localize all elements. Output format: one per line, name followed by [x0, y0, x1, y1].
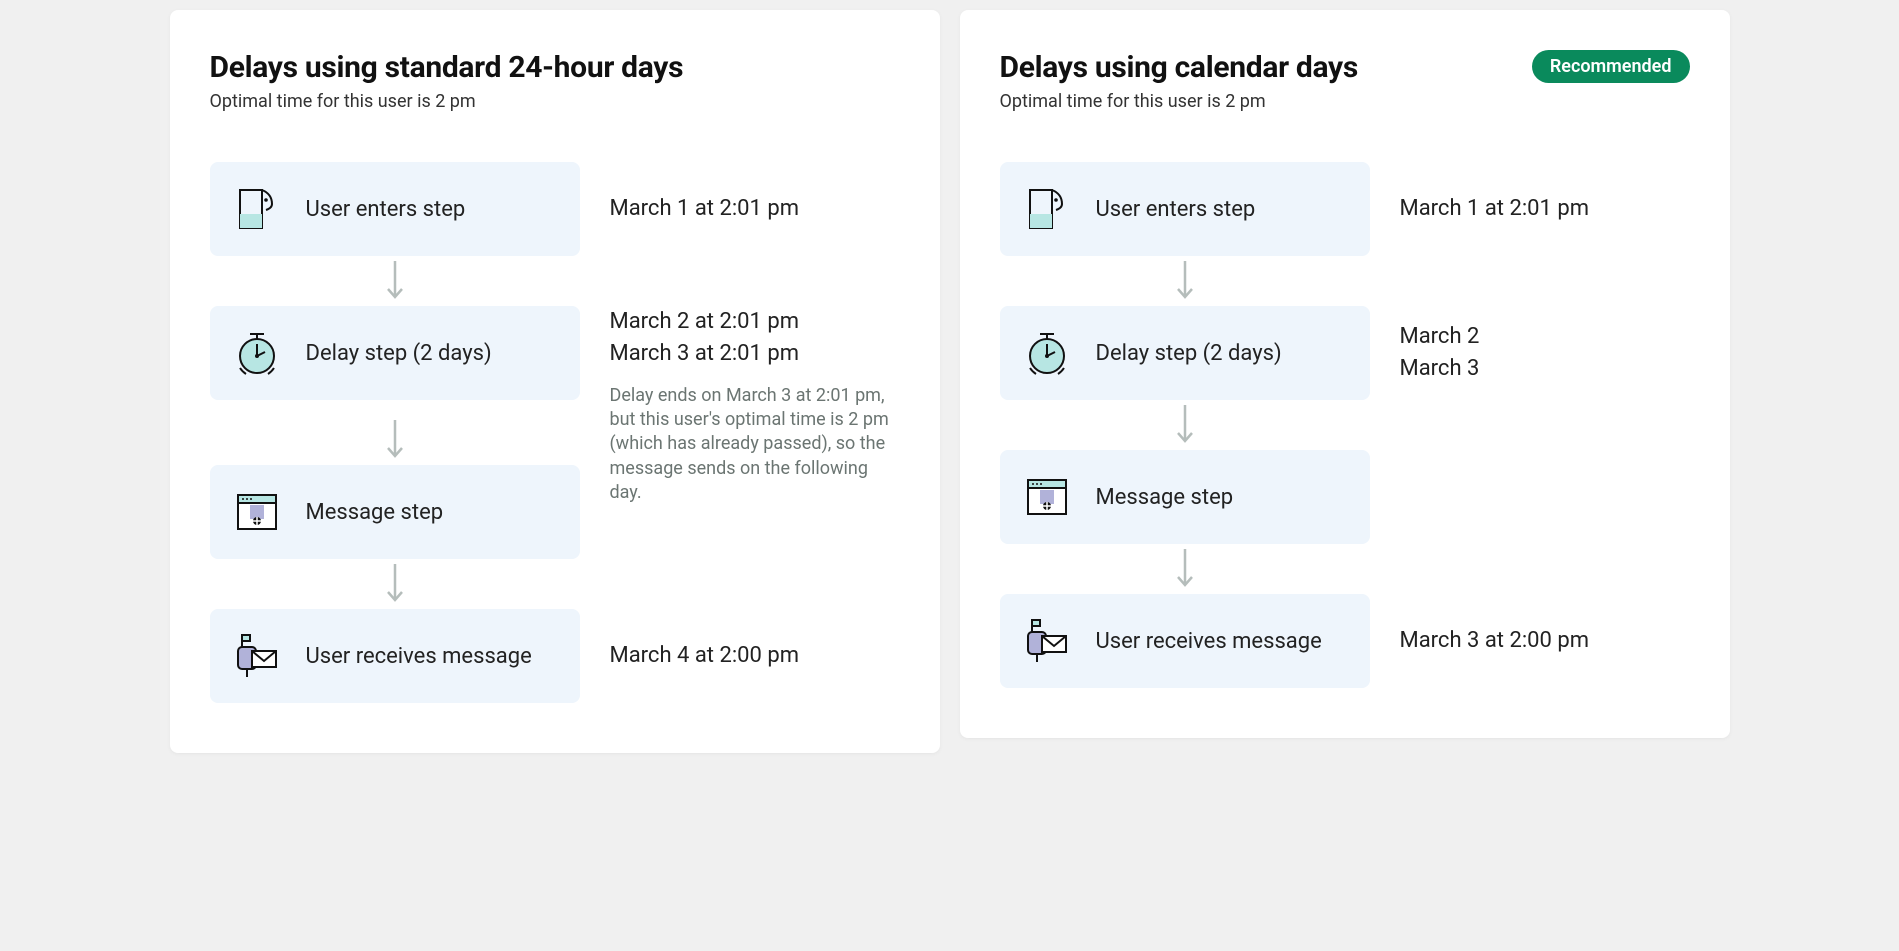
right-col: March 1 at 2:01 pm: [1400, 162, 1690, 256]
panel-header: Delays using standard 24-hour days Optim…: [210, 50, 900, 112]
timestamp: March 1 at 2:01 pm: [1400, 193, 1690, 225]
right-col: March 3 at 2:00 pm: [1400, 594, 1690, 688]
panel-calendar-days: Delays using calendar days Optimal time …: [960, 10, 1730, 738]
step-col: Delay step (2 days): [1000, 306, 1370, 400]
arrow-row: [210, 256, 900, 306]
arrow-row: [210, 559, 900, 609]
step-box-message: Message step: [1000, 450, 1370, 544]
flow-row: User receives message March 4 at 2:00 pm: [210, 609, 900, 703]
step-label: Delay step (2 days): [306, 341, 492, 366]
arrow-row: [1000, 400, 1690, 450]
right-col: March 2 March 3: [1400, 306, 1690, 400]
step-box-user-enters: User enters step: [1000, 162, 1370, 256]
step-box-delay: Delay step (2 days): [210, 306, 580, 400]
step-col: Message step: [1000, 450, 1370, 544]
right-col: March 4 at 2:00 pm: [610, 609, 900, 703]
timestamp: March 3: [1400, 353, 1690, 385]
flow-row: User receives message March 3 at 2:00 pm: [1000, 594, 1690, 688]
step-col: User enters step: [210, 162, 580, 256]
arrow-down-icon: [1000, 256, 1370, 306]
right-col: [1400, 450, 1690, 544]
timestamp: March 1 at 2:01 pm: [610, 193, 900, 225]
flow-row: User enters step March 1 at 2:01 pm: [1000, 162, 1690, 256]
step-col: User receives message: [210, 609, 580, 703]
clock-icon: [232, 328, 282, 378]
right-col: [610, 465, 900, 559]
timestamp: March 4 at 2:00 pm: [610, 640, 900, 672]
step-label: User enters step: [306, 197, 466, 222]
step-col: User enters step: [1000, 162, 1370, 256]
step-box-user-enters: User enters step: [210, 162, 580, 256]
step-box-delay: Delay step (2 days): [1000, 306, 1370, 400]
timestamp: March 3 at 2:01 pm: [610, 338, 900, 370]
panel-standard-days: Delays using standard 24-hour days Optim…: [170, 10, 940, 753]
arrow-down-icon: [210, 415, 580, 465]
panel-titles: Delays using standard 24-hour days Optim…: [210, 50, 684, 112]
flow: User enters step March 1 at 2:01 pm Dela…: [1000, 162, 1690, 688]
timestamp: March 2: [1400, 321, 1690, 353]
arrow-row: [1000, 256, 1690, 306]
panel-title: Delays using standard 24-hour days: [210, 50, 684, 85]
flow-row: Message step: [1000, 450, 1690, 544]
step-col: Delay step (2 days): [210, 306, 580, 400]
user-icon: [232, 184, 282, 234]
flow-row: Message step: [210, 465, 900, 559]
window-icon: [232, 487, 282, 537]
arrow-row: [1000, 544, 1690, 594]
step-box-receives: User receives message: [1000, 594, 1370, 688]
panel-subtitle: Optimal time for this user is 2 pm: [210, 91, 684, 112]
arrow-down-icon: [1000, 400, 1370, 450]
step-label: User receives message: [1096, 629, 1322, 654]
right-col: March 1 at 2:01 pm: [610, 162, 900, 256]
step-col: Message step: [210, 465, 580, 559]
panel-titles: Delays using calendar days Optimal time …: [1000, 50, 1358, 112]
step-col: User receives message: [1000, 594, 1370, 688]
user-icon: [1022, 184, 1072, 234]
step-box-receives: User receives message: [210, 609, 580, 703]
panel-title: Delays using calendar days: [1000, 50, 1358, 85]
step-label: Message step: [1096, 485, 1234, 510]
timestamp: March 3 at 2:00 pm: [1400, 625, 1690, 657]
recommended-badge: Recommended: [1532, 50, 1690, 83]
flow-row: User enters step March 1 at 2:01 pm: [210, 162, 900, 256]
panel-subtitle: Optimal time for this user is 2 pm: [1000, 91, 1358, 112]
window-icon: [1022, 472, 1072, 522]
step-box-message: Message step: [210, 465, 580, 559]
mailbox-icon: [232, 631, 282, 681]
timestamp: March 2 at 2:01 pm: [610, 306, 900, 338]
arrow-down-icon: [210, 559, 580, 609]
clock-icon: [1022, 328, 1072, 378]
step-label: Delay step (2 days): [1096, 341, 1282, 366]
arrow-down-icon: [1000, 544, 1370, 594]
step-label: User enters step: [1096, 197, 1256, 222]
panel-header: Delays using calendar days Optimal time …: [1000, 50, 1690, 112]
step-label: User receives message: [306, 644, 532, 669]
step-label: Message step: [306, 500, 444, 525]
mailbox-icon: [1022, 616, 1072, 666]
flow: User enters step March 1 at 2:01 pm Dela…: [210, 162, 900, 703]
arrow-down-icon: [210, 256, 580, 306]
flow-row: Delay step (2 days) March 2 March 3: [1000, 306, 1690, 400]
